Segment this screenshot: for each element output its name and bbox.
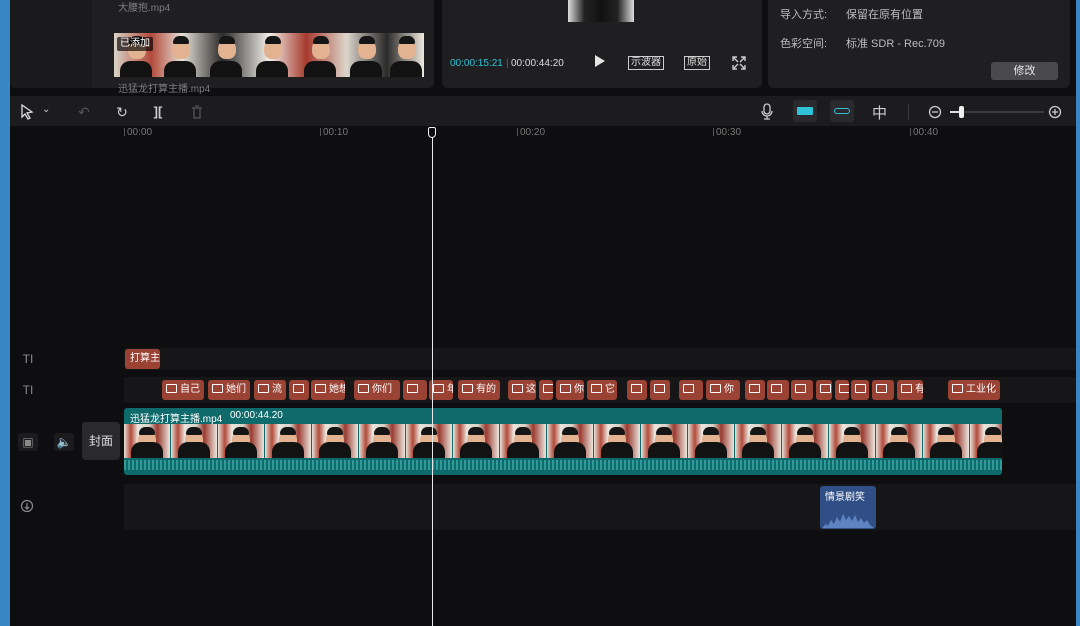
video-clip-name: 迅猛龙打算主播.mp4 [130, 414, 223, 425]
subtitle-clip[interactable]: 你 [556, 380, 584, 400]
select-tool-icon[interactable] [20, 104, 34, 120]
ruler-tick: 00:30 [716, 127, 742, 138]
player-panel: 00:00:15:21 | 00:00:44:20 示波器 原始 [442, 0, 762, 88]
modify-button[interactable]: 修改 [991, 62, 1058, 80]
zoom-out-icon[interactable] [928, 105, 942, 119]
subtitle-clip[interactable] [791, 380, 813, 400]
divider [908, 104, 909, 120]
chevron-down-icon[interactable]: ⌄ [42, 104, 50, 115]
subtitle-clip[interactable]: 这 [508, 380, 536, 400]
import-value: 保留在原有位置 [846, 9, 923, 21]
editor-window: 大腰抱.mp4 已添加 迅猛龙打算主播.mp4 00:00:15:21 | 00… [10, 0, 1076, 626]
redo-icon[interactable]: ↻ [112, 103, 132, 121]
subtitle-clip[interactable]: 你们 [354, 380, 400, 400]
delete-icon[interactable] [190, 104, 204, 120]
subtitle-clip[interactable] [745, 380, 765, 400]
split-icon[interactable]: ][ [148, 103, 168, 121]
undo-icon[interactable]: ↶ [74, 103, 94, 121]
video-clip[interactable]: 迅猛龙打算主播.mp4 00:00:44.20 [124, 408, 1002, 475]
subtitle-clip[interactable]: 工业化 [948, 380, 1000, 400]
media-file-name-2: 迅猛龙打算主播.mp4 [118, 84, 211, 95]
subtitle-clip[interactable] [403, 380, 427, 400]
zoom-slider-handle[interactable] [959, 106, 964, 118]
media-file-name: 大腰抱.mp4 [118, 3, 171, 14]
audio-waveform [822, 514, 874, 528]
time-separator: | [506, 58, 509, 69]
audio-clip[interactable]: 情景剧笑 [820, 486, 876, 529]
preview-frame [568, 0, 634, 22]
video-clip-duration: 00:00:44.20 [230, 410, 283, 421]
ruler-tick: 00:20 [520, 127, 546, 138]
subtitle-clip[interactable]: 它 [587, 380, 617, 400]
color-space-value: 标准 SDR - Rec.709 [846, 38, 946, 50]
timeline-toolbar [10, 96, 1076, 126]
text-track [124, 348, 1076, 370]
subtitle-clip[interactable] [627, 380, 647, 400]
zoom-in-icon[interactable] [1048, 105, 1062, 119]
fullscreen-icon[interactable] [732, 56, 746, 70]
ruler-tick: 00:40 [913, 127, 939, 138]
subtitle-clip[interactable]: 流 [254, 380, 286, 400]
mute-icon[interactable]: 🔈 [54, 433, 74, 451]
color-space-label: 色彩空间: [780, 38, 828, 50]
current-time: 00:00:15:21 [450, 58, 503, 69]
cover-button[interactable]: 封面 [82, 422, 120, 460]
text-clip[interactable]: 打算主 [125, 349, 160, 369]
subtitle-track-icon[interactable]: TI [18, 381, 38, 399]
preview-axis-icon[interactable]: 中 [872, 102, 887, 123]
subtitle-clip[interactable] [679, 380, 703, 400]
media-panel: 大腰抱.mp4 已添加 迅猛龙打算主播.mp4 [10, 0, 434, 95]
properties-panel: 导入方式: 保留在原有位置 色彩空间: 标准 SDR - Rec.709 修改 [768, 0, 1070, 88]
ruler-tick: 00:00 [127, 127, 153, 138]
zoom-slider[interactable] [950, 106, 1044, 118]
link-toggle-icon[interactable] [830, 100, 854, 122]
subtitle-clip[interactable]: 有的 [458, 380, 500, 400]
added-badge: 已添加 [117, 37, 153, 51]
audio-track-icon[interactable] [20, 499, 34, 513]
media-sidebar [10, 0, 92, 88]
playhead-handle[interactable] [428, 127, 436, 138]
subtitle-clip[interactable]: 她想 [311, 380, 345, 400]
subtitle-clip[interactable]: 你 [706, 380, 740, 400]
subtitle-clip[interactable]: 她们 [208, 380, 250, 400]
subtitle-clip[interactable] [289, 380, 309, 400]
playhead-line[interactable] [432, 136, 433, 626]
audio-waveform [124, 460, 1002, 470]
import-label: 导入方式: [780, 9, 828, 21]
total-time: 00:00:44:20 [511, 58, 564, 69]
video-track-icon[interactable]: ▣ [18, 433, 38, 451]
subtitle-clip[interactable]: 自己 [162, 380, 204, 400]
subtitle-clip[interactable] [816, 380, 832, 400]
microphone-icon[interactable] [760, 103, 774, 121]
subtitle-clip[interactable] [835, 380, 849, 400]
media-thumbnail[interactable]: 已添加 [114, 33, 424, 77]
subtitle-clip[interactable] [767, 380, 789, 400]
scope-button[interactable]: 示波器 [628, 56, 664, 70]
subtitle-clip[interactable] [650, 380, 670, 400]
subtitle-clip[interactable]: 打 [851, 380, 869, 400]
original-button[interactable]: 原始 [684, 56, 710, 70]
subtitle-clip[interactable] [539, 380, 553, 400]
play-icon[interactable] [595, 55, 605, 67]
snap-toggle-icon[interactable] [793, 100, 817, 122]
audio-track [124, 484, 1076, 530]
ruler-tick: 00:10 [323, 127, 349, 138]
subtitle-clip[interactable] [872, 380, 894, 400]
audio-clip-name: 情景剧笑 [825, 492, 865, 503]
subtitle-clip[interactable]: 有 [897, 380, 923, 400]
text-track-icon[interactable]: TI [18, 350, 38, 368]
